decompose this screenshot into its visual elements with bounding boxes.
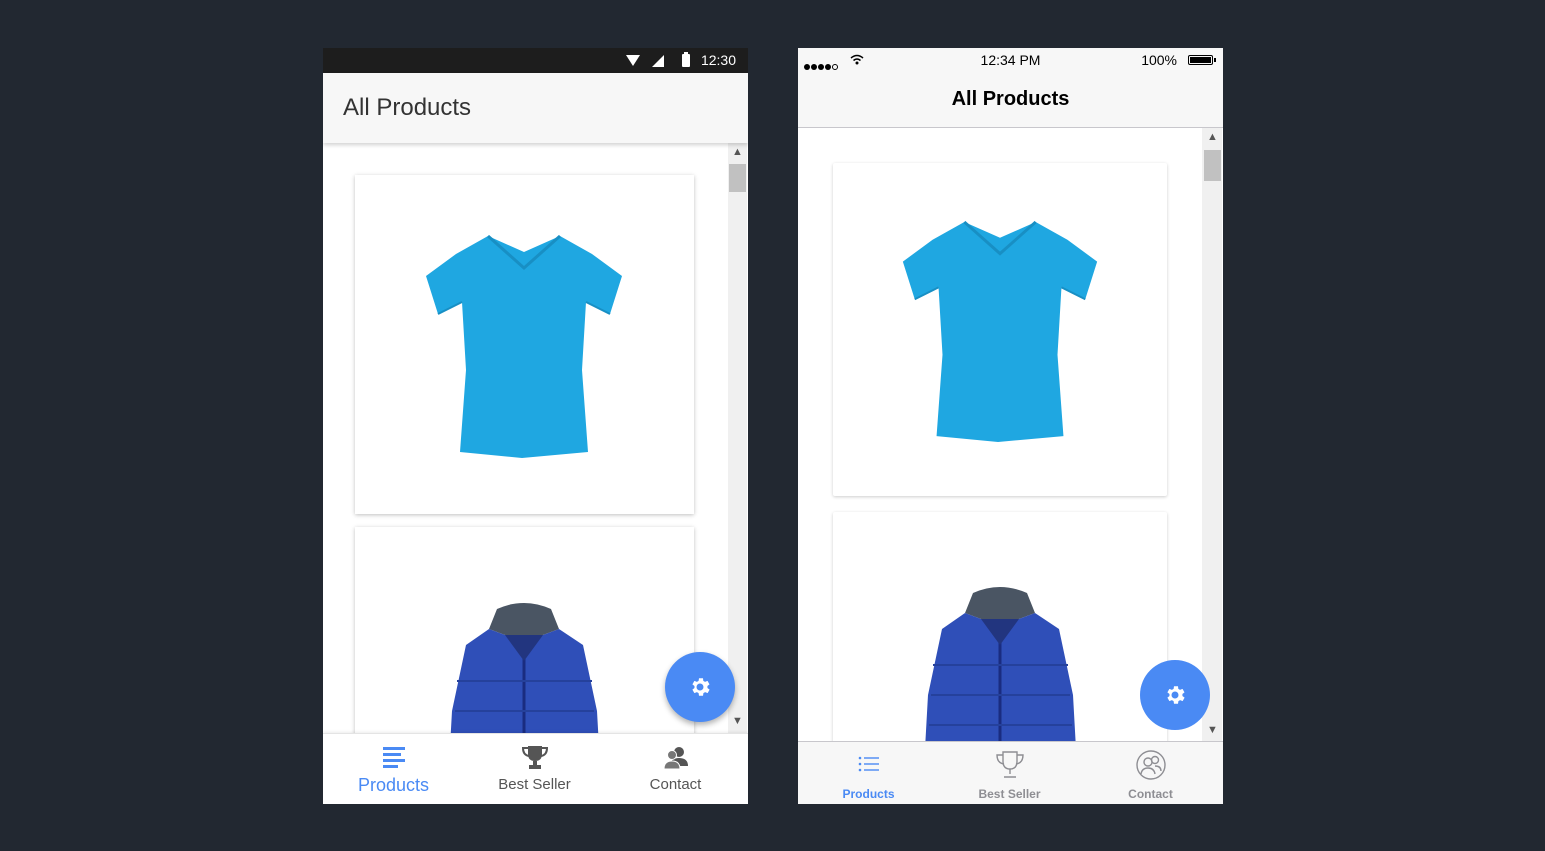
tab-products[interactable]: Products [798,742,939,804]
status-bar: 12:34 PM 100% [798,48,1223,72]
trophy-icon [522,746,548,769]
jacket-image [925,587,1076,741]
status-bar: 12:30 [323,48,748,73]
scroll-down-icon[interactable]: ▼ [732,716,743,727]
tab-contact[interactable]: Contact [605,734,746,804]
jacket-image [450,603,599,733]
bottom-tab-bar: Products Best Seller Contact [323,733,748,804]
scroll-up-icon[interactable]: ▲ [732,147,743,158]
scroll-down-icon[interactable]: ▼ [1207,725,1218,736]
tab-label: Products [357,775,430,795]
tab-contact[interactable]: Contact [1080,742,1221,804]
scrollbar[interactable]: ▲ ▼ [1202,128,1222,741]
product-card-tshirt[interactable] [833,163,1167,496]
gear-icon [1167,686,1185,704]
tab-label: Contact [649,776,702,793]
tab-label: Contact [1128,787,1173,801]
status-time: 12:30 [700,52,736,68]
scrollbar-thumb[interactable] [729,164,746,192]
ios-phone-frame: 12:34 PM 100% All Products ▲ ▼ Products … [798,48,1223,804]
page-title: All Products [951,88,1070,110]
contacts-icon [663,747,688,770]
product-card-jacket[interactable] [833,512,1167,741]
tab-best-seller[interactable]: Best Seller [939,742,1080,804]
tab-label: Best Seller [978,787,1041,801]
contacts-icon [1136,750,1166,780]
tshirt-image [902,220,1098,443]
tab-label: Products [842,787,895,801]
product-card-tshirt[interactable] [355,175,694,514]
settings-fab-button[interactable] [1140,660,1210,730]
battery-icon [1188,55,1216,65]
gear-icon [692,678,710,696]
bottom-tab-bar: Products Best Seller Contact [798,741,1223,804]
scrollbar-thumb[interactable] [1204,150,1221,181]
android-phone-frame: 12:30 All Products ▲ ▼ Products Best Sel… [323,48,748,804]
list-icon [383,747,405,768]
wifi-icon [626,55,640,66]
trophy-icon [996,751,1024,778]
battery-percent: 100% [1141,52,1177,68]
product-list[interactable]: ▲ ▼ [798,128,1223,741]
nav-bar: All Products [798,72,1223,128]
scroll-up-icon[interactable]: ▲ [1207,132,1218,143]
tab-products[interactable]: Products [323,734,464,804]
list-icon [858,756,879,772]
tab-best-seller[interactable]: Best Seller [464,734,605,804]
tshirt-image [426,234,622,458]
signal-icon [652,55,664,67]
battery-icon [682,52,690,67]
product-card-jacket[interactable] [355,527,694,733]
app-bar: All Products [323,73,748,143]
page-title: All Products [343,94,472,121]
settings-fab-button[interactable] [665,652,735,722]
product-list[interactable]: ▲ ▼ [323,143,748,733]
scrollbar[interactable]: ▲ ▼ [728,143,747,733]
tab-label: Best Seller [498,776,571,793]
